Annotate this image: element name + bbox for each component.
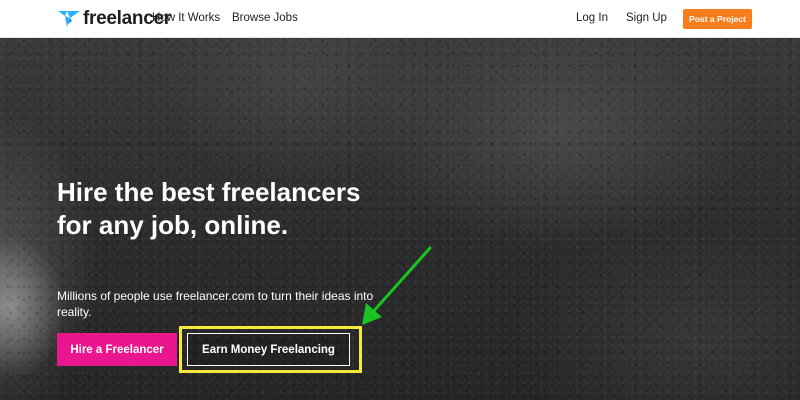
earn-money-freelancing-button[interactable]: Earn Money Freelancing — [187, 333, 350, 366]
nav-sign-up[interactable]: Sign Up — [626, 12, 667, 24]
hire-freelancer-button[interactable]: Hire a Freelancer — [57, 333, 177, 366]
hero-headline: Hire the best freelancers for any job, o… — [57, 177, 361, 240]
post-project-button[interactable]: Post a Project — [683, 9, 752, 29]
page: freelancer How It Works Browse Jobs Log … — [0, 0, 800, 400]
freelancer-bird-logo-icon — [58, 11, 80, 27]
top-navigation-bar: freelancer How It Works Browse Jobs Log … — [0, 0, 800, 38]
hero-subtext: Millions of people use freelancer.com to… — [57, 289, 374, 319]
green-arrow-icon — [362, 246, 432, 325]
nav-browse-jobs[interactable]: Browse Jobs — [232, 12, 298, 24]
nav-log-in[interactable]: Log In — [576, 12, 608, 24]
nav-how-it-works[interactable]: How It Works — [152, 12, 220, 24]
